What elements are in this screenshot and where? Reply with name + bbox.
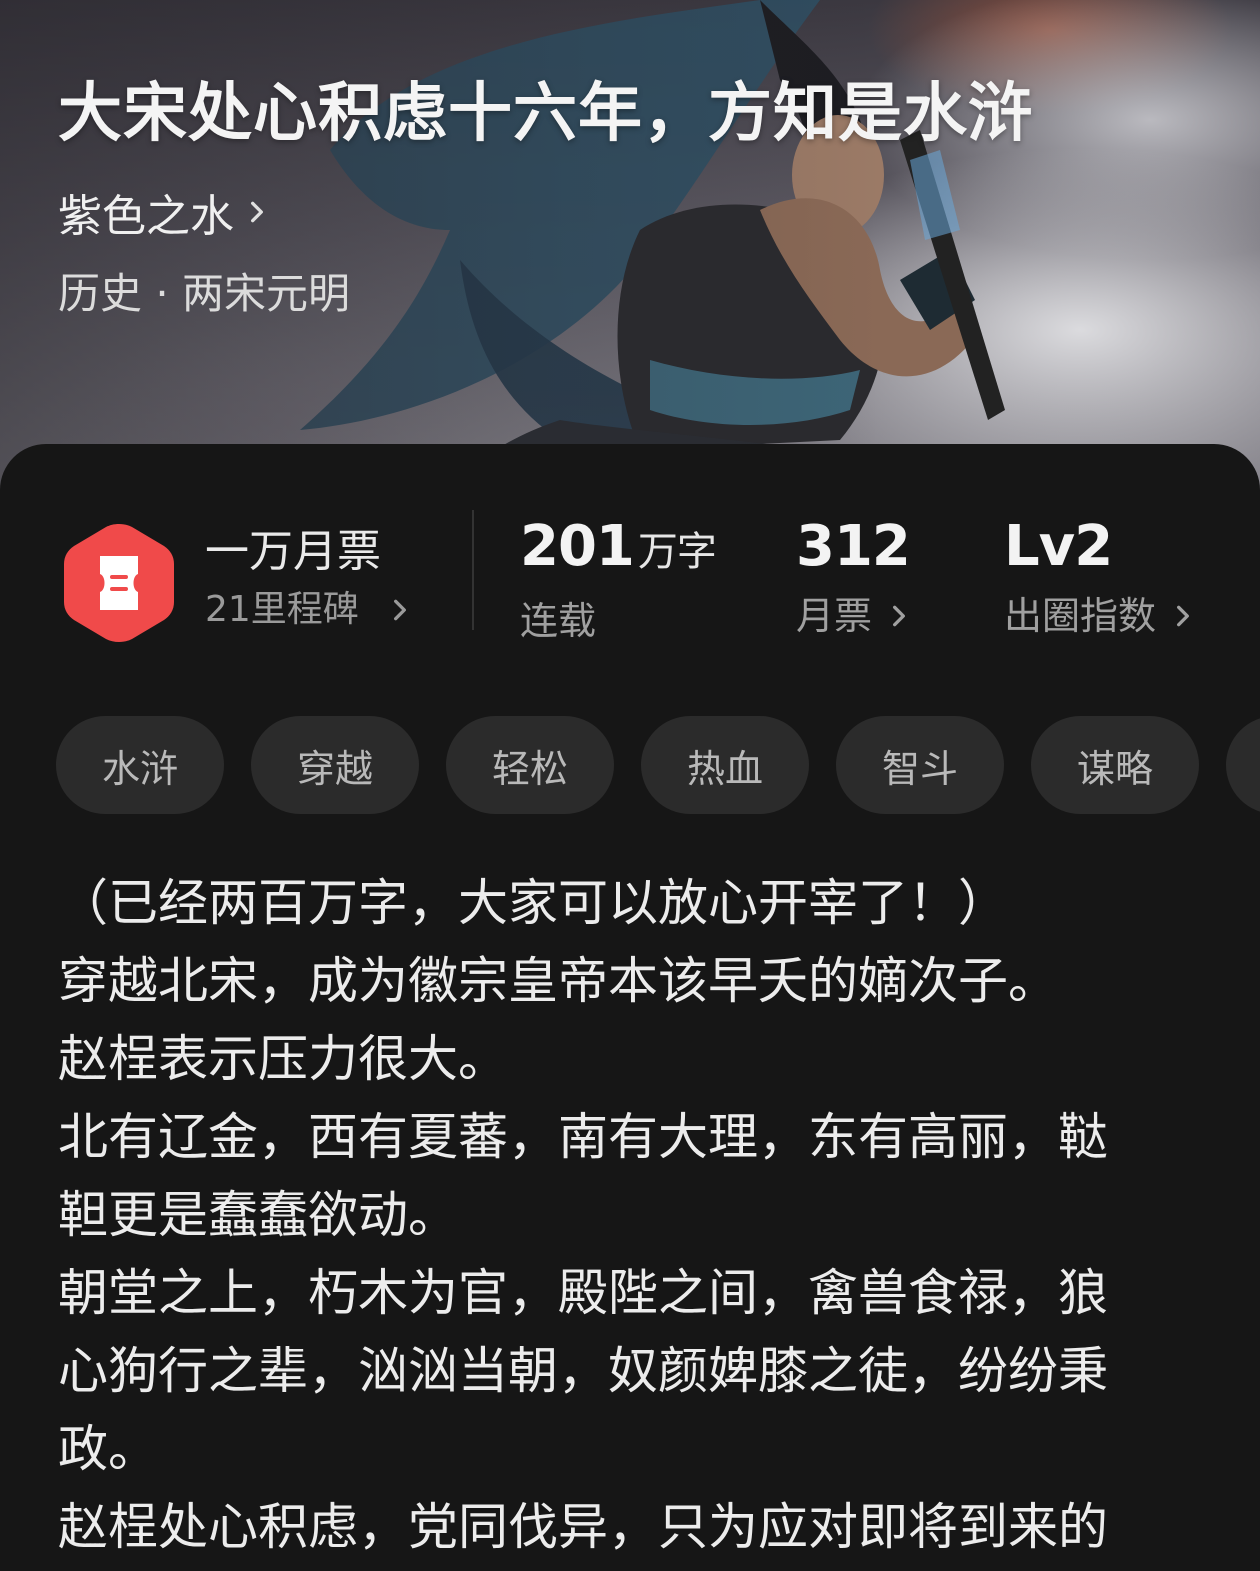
synopsis-line: 赵桯表示压力很大。 xyxy=(58,1030,508,1088)
tag-list: 水浒 穿越 轻松 热血 智斗 谋略 xyxy=(56,716,1260,816)
milestone-title: 一万月票 xyxy=(205,526,381,577)
milestone-badge-icon[interactable] xyxy=(60,520,178,646)
milestone-count: 21里程碑 xyxy=(205,589,359,630)
author-name: 紫色之水 xyxy=(58,191,234,242)
synopsis-line: 朝堂之上，朽木为官，殿陛之间，禽兽食禄，狼 xyxy=(58,1264,1108,1322)
book-info-sheet: 一万月票 21里程碑 201 万字 连载 312 月票 Lv2 出圈指数 水浒 … xyxy=(0,444,1260,1571)
chevron-right-icon xyxy=(893,605,905,627)
word-count-value: 201 xyxy=(520,514,635,579)
tag-chip[interactable]: 谋略 xyxy=(1031,716,1199,814)
stats-row: 一万月票 21里程碑 201 万字 连载 312 月票 Lv2 出圈指数 xyxy=(0,444,1260,674)
chevron-right-icon xyxy=(1177,605,1189,627)
tag-chip[interactable]: 智斗 xyxy=(836,716,1004,814)
synopsis-line: 穿越北宋，成为徽宗皇帝本该早夭的嫡次子。 xyxy=(58,952,1058,1010)
chevron-right-icon xyxy=(393,599,406,621)
cover-banner: 大宋处心积虑十六年，方知是水浒 紫色之水 历史 · 两宋元明 xyxy=(0,0,1260,520)
book-title: 大宋处心积虑十六年，方知是水浒 xyxy=(58,76,1033,151)
tag-chip[interactable]: 轻松 xyxy=(446,716,614,814)
monthly-ticket-label: 月票 xyxy=(796,594,873,638)
synopsis-line: 心狗行之辈，汹汹当朝，奴颜婢膝之徒，纷纷秉 xyxy=(58,1342,1108,1400)
synopsis-line: 靼更是蠢蠢欲动。 xyxy=(58,1186,458,1244)
author-link[interactable]: 紫色之水 xyxy=(58,182,270,242)
serial-status-label: 连载 xyxy=(520,599,597,643)
tag-chip[interactable]: 水浒 xyxy=(56,716,224,814)
influence-index-label: 出圈指数 xyxy=(1004,594,1157,638)
monthly-ticket-value: 312 xyxy=(796,514,911,579)
influence-index-stat[interactable]: Lv2 出圈指数 xyxy=(1004,514,1196,640)
synopsis-line: （已经两百万字，大家可以放心开宰了！） xyxy=(58,874,1008,932)
stats-divider xyxy=(472,510,474,630)
milestone-block[interactable]: 一万月票 21里程碑 xyxy=(205,524,413,632)
chevron-right-icon xyxy=(251,201,263,223)
synopsis-line: 赵桯处心积虑，党同伐异，只为应对即将到来的 xyxy=(58,1498,1108,1556)
genre-label: 历史 · 两宋元明 xyxy=(58,269,351,318)
synopsis-line: 政。 xyxy=(58,1420,158,1478)
word-count-unit: 万字 xyxy=(637,529,717,575)
synopsis[interactable]: （已经两百万字，大家可以放心开宰了！） 穿越北宋，成为徽宗皇帝本该早夭的嫡次子。… xyxy=(58,864,1188,1566)
influence-index-value: Lv2 xyxy=(1004,514,1113,579)
tag-chip[interactable]: 穿越 xyxy=(251,716,419,814)
tag-chip-partial[interactable] xyxy=(1226,716,1260,814)
tag-chip[interactable]: 热血 xyxy=(641,716,809,814)
word-count-stat: 201 万字 连载 xyxy=(520,514,717,645)
synopsis-line: 北有辽金，西有夏蕃，南有大理，东有高丽，鞑 xyxy=(58,1108,1108,1166)
monthly-ticket-stat[interactable]: 312 月票 xyxy=(796,514,912,640)
